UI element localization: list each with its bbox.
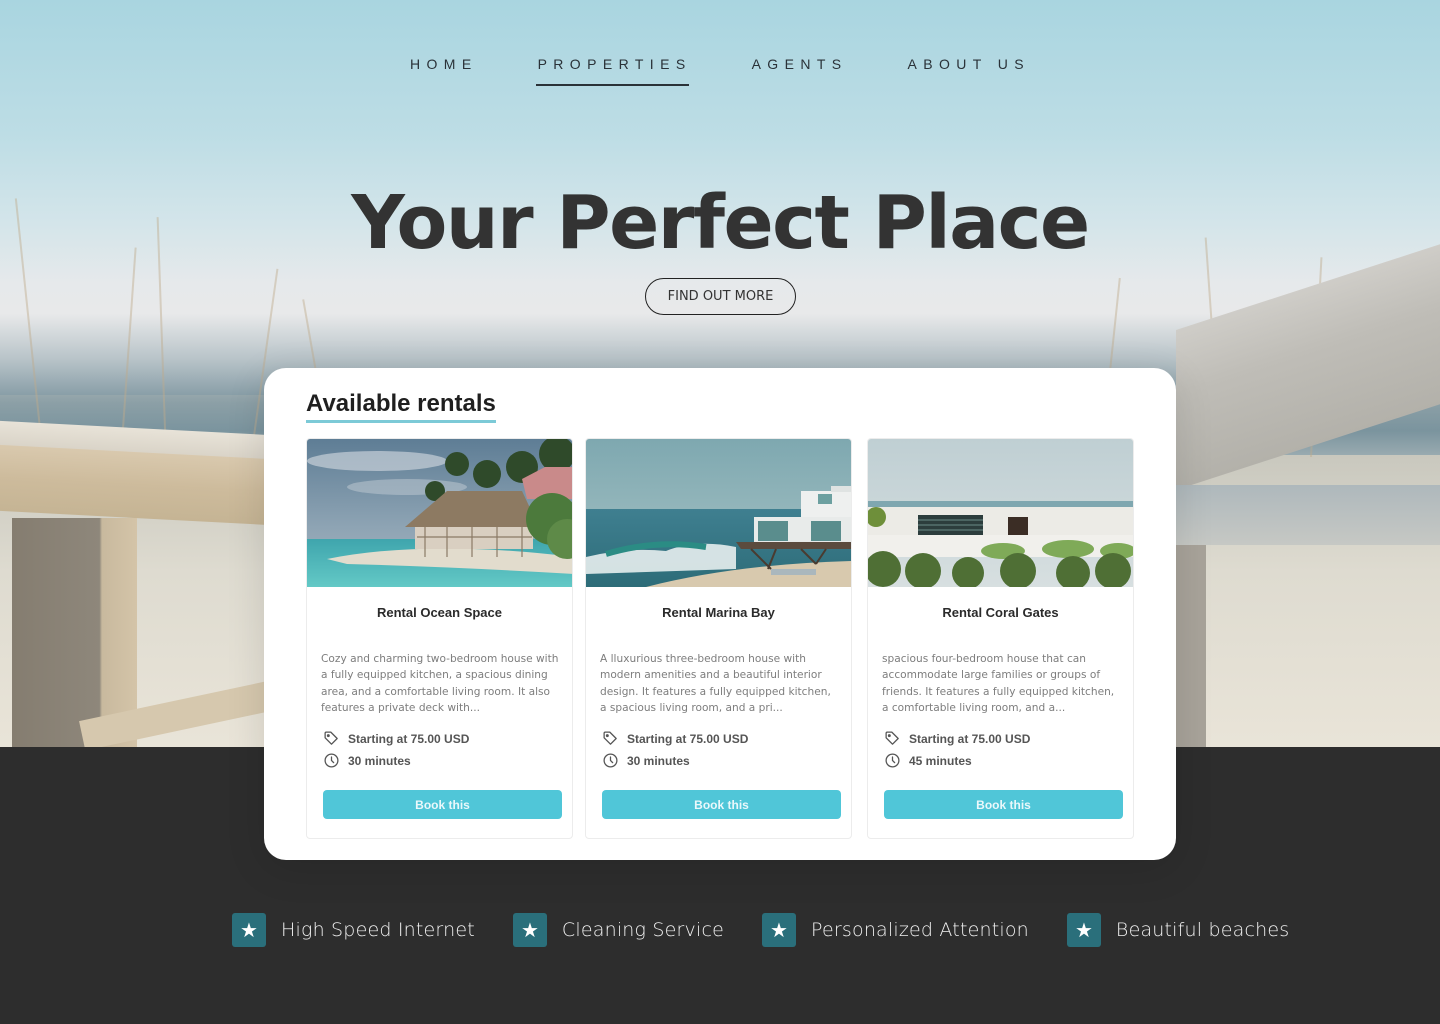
tag-icon (603, 731, 617, 745)
feature-item: ★ High Speed Internet (232, 913, 475, 947)
beach-house-waves-photo (586, 439, 851, 587)
boardwalk-post (1176, 545, 1206, 747)
rental-price: Starting at 75.00 USD (323, 730, 469, 747)
rental-card: Rental Coral Gates spacious four-bedroom… (867, 438, 1134, 839)
section-title: Available rentals (306, 390, 496, 423)
nav-item-properties[interactable]: PROPERTIES (535, 52, 692, 86)
book-this-button[interactable]: Book this (884, 790, 1123, 819)
feature-item: ★ Personalized Attention (762, 913, 1029, 947)
feature-item: ★ Beautiful beaches (1066, 913, 1290, 947)
book-this-button[interactable]: Book this (602, 790, 841, 819)
duration-text: 30 minutes (348, 753, 411, 768)
rental-duration: 30 minutes (323, 752, 411, 769)
rental-card-list: Rental Ocean Space Cozy and charming two… (306, 438, 1136, 840)
rental-card: Rental Ocean Space Cozy and charming two… (306, 438, 573, 839)
tag-icon (324, 731, 338, 745)
feature-label: Cleaning Service (561, 919, 725, 941)
star-icon: ★ (232, 913, 266, 947)
clock-icon (603, 753, 618, 768)
boardwalk-railing (1176, 485, 1440, 545)
duration-text: 45 minutes (909, 753, 972, 768)
rental-name: Rental Coral Gates (942, 605, 1059, 620)
nav-item-agents[interactable]: AGENTS (752, 52, 848, 86)
price-text: Starting at 75.00 USD (348, 731, 470, 746)
duration-text: 30 minutes (627, 753, 690, 768)
white-villa-photo (868, 439, 1133, 587)
price-text: Starting at 75.00 USD (909, 731, 1031, 746)
rental-price: Starting at 75.00 USD (884, 730, 1030, 747)
rental-duration: 45 minutes (884, 752, 972, 769)
feature-item: ★ Cleaning Service (512, 913, 725, 947)
star-icon: ★ (762, 913, 797, 947)
rental-duration: 30 minutes (602, 752, 690, 769)
rental-price: Starting at 75.00 USD (602, 730, 748, 747)
rental-description: Cozy and charming two-bedroom house with… (321, 653, 559, 715)
feature-label: High Speed Internet (281, 919, 475, 941)
available-rentals-panel: Available rentals Rental Ocean Space Coz… (264, 368, 1176, 860)
tag-icon (885, 731, 899, 745)
rental-description: A lluxurious three-bedroom house with mo… (600, 653, 831, 715)
find-out-more-button[interactable]: FIND OUT MORE (645, 278, 796, 315)
main-nav: HOME PROPERTIES AGENTS ABOUT US (0, 52, 1440, 86)
rental-name: Rental Ocean Space (377, 605, 502, 620)
star-icon: ★ (1066, 913, 1101, 947)
clock-icon (885, 753, 900, 768)
rental-name: Rental Marina Bay (662, 605, 775, 620)
rental-description: spacious four-bedroom house that can acc… (882, 653, 1115, 715)
beach-bungalow-photo (307, 439, 572, 587)
rental-card: Rental Marina Bay A lluxurious three-bed… (585, 438, 852, 839)
clock-icon (324, 753, 339, 768)
book-this-button[interactable]: Book this (323, 790, 562, 819)
boardwalk-railing (0, 444, 270, 526)
feature-label: Personalized Attention (811, 919, 1029, 941)
nav-item-about-us[interactable]: ABOUT US (908, 52, 1031, 86)
nav-item-home[interactable]: HOME (410, 52, 478, 86)
star-icon: ★ (512, 913, 547, 947)
feature-list: ★ High Speed Internet ★ Cleaning Service… (232, 913, 1289, 947)
hero-title: Your Perfect Place (351, 180, 1090, 266)
price-text: Starting at 75.00 USD (627, 731, 749, 746)
feature-label: Beautiful beaches (1115, 919, 1290, 941)
